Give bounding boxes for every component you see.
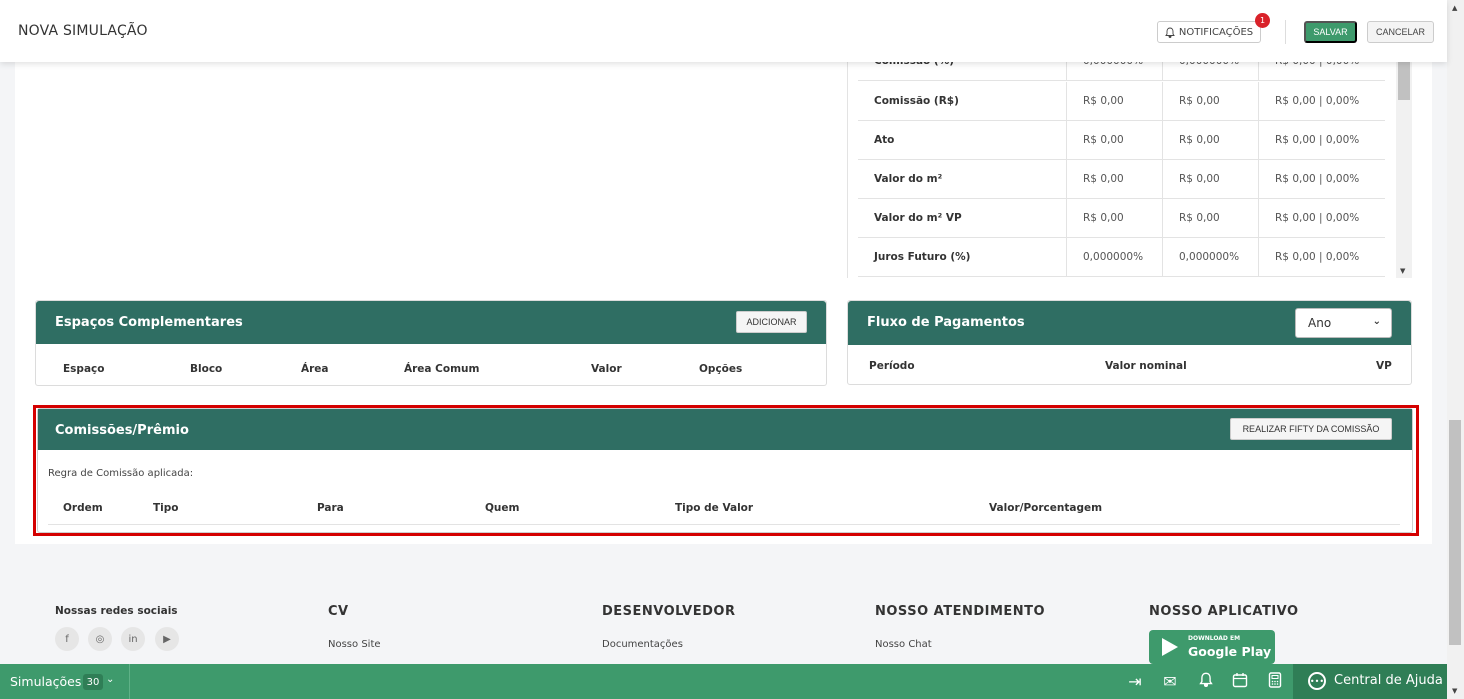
bottom-bar: Simulações 30 ⌄ ⇥ ✉ ••• Central de Ajuda xyxy=(0,664,1447,699)
summary-row: Valor do m² VP R$ 0,00 R$ 0,00 R$ 0,00 |… xyxy=(858,199,1385,238)
chevron-down-icon: ⌄ xyxy=(1372,316,1381,327)
footer-link-chat[interactable]: Nosso Chat xyxy=(875,639,932,650)
bell-icon[interactable] xyxy=(1196,672,1216,691)
notifications-badge: 1 xyxy=(1255,13,1270,28)
espacos-header: Espaços Complementares ADICIONAR xyxy=(36,301,826,344)
arrow-to-right-icon[interactable]: ⇥ xyxy=(1125,672,1145,691)
simulations-count: 30 xyxy=(83,674,103,690)
summary-cell: R$ 0,00 xyxy=(1162,199,1258,237)
footer-col-cv: CV xyxy=(328,604,349,619)
page-scroll-thumb[interactable] xyxy=(1449,420,1461,645)
scroll-down-icon[interactable]: ▼ xyxy=(1400,267,1405,275)
summary-cell: R$ 0,00 | 0,00% xyxy=(1258,160,1385,198)
summary-row-label: Valor do m² xyxy=(874,173,943,185)
summary-row: Juros Futuro (%) 0,000000% 0,000000% R$ … xyxy=(858,238,1385,277)
cancel-button[interactable]: CANCELAR xyxy=(1367,21,1434,43)
summary-cell: R$ 0,00 xyxy=(1066,121,1162,159)
fluxo-title: Fluxo de Pagamentos xyxy=(867,315,1025,330)
social-title: Nossas redes sociais xyxy=(55,605,178,617)
linkedin-icon[interactable]: in xyxy=(121,627,145,651)
summary-row-label: Comissão (R$) xyxy=(874,95,959,107)
youtube-icon[interactable]: ▶ xyxy=(155,627,179,651)
summary-cell: R$ 0,00 xyxy=(1162,160,1258,198)
help-center-label: Central de Ajuda xyxy=(1334,673,1443,688)
summary-cell: R$ 0,00 xyxy=(1066,199,1162,237)
period-select[interactable]: Ano ⌄ xyxy=(1295,308,1392,338)
period-select-value: Ano xyxy=(1308,316,1332,330)
play-store-icon xyxy=(1162,638,1178,656)
summary-cell: 0,000000% xyxy=(1162,238,1258,276)
calendar-icon[interactable] xyxy=(1230,672,1250,692)
highlight-box xyxy=(33,405,1419,536)
column-header: Área Comum xyxy=(404,363,480,375)
summary-row-label: Ato xyxy=(874,134,895,146)
summary-scrollbar[interactable]: ▼ xyxy=(1396,42,1412,278)
summary-row: Valor do m² R$ 0,00 R$ 0,00 R$ 0,00 | 0,… xyxy=(858,160,1385,199)
summary-cell: R$ 0,00 | 0,00% xyxy=(1258,199,1385,237)
footer-link-site[interactable]: Nosso Site xyxy=(328,639,381,650)
simulations-label: Simulações xyxy=(10,674,82,689)
add-espaco-button[interactable]: ADICIONAR xyxy=(736,311,807,333)
notifications-button[interactable]: NOTIFICAÇÕES xyxy=(1157,21,1261,43)
summary-cell: 0,000000% xyxy=(1066,238,1162,276)
summary-cell: R$ 0,00 | 0,00% xyxy=(1258,82,1385,120)
notifications-label: NOTIFICAÇÕES xyxy=(1178,26,1254,38)
espacos-panel: Espaços Complementares ADICIONAR Espaço … xyxy=(35,300,827,386)
summary-table: Comissão (%) 0,000000% 0,000000% R$ 0,00… xyxy=(847,42,1412,278)
google-play-button[interactable]: DOWNLOAD EM Google Play xyxy=(1149,630,1275,664)
page-title: NOVA SIMULAÇÃO xyxy=(18,23,148,39)
fluxo-panel: Fluxo de Pagamentos Ano ⌄ Período Valor … xyxy=(847,300,1412,385)
summary-cell: R$ 0,00 | 0,00% xyxy=(1258,121,1385,159)
column-header: Valor xyxy=(591,363,622,375)
gplay-big-text: Google Play xyxy=(1188,644,1272,659)
column-header: Período xyxy=(869,360,915,372)
gplay-small-text: DOWNLOAD EM xyxy=(1188,635,1241,642)
summary-cell: R$ 0,00 xyxy=(1066,82,1162,120)
bell-icon xyxy=(1165,27,1175,38)
summary-cell: R$ 0,00 xyxy=(1066,160,1162,198)
column-header: Espaço xyxy=(63,363,105,375)
header-divider xyxy=(1285,20,1286,44)
column-header: VP xyxy=(1376,360,1392,372)
summary-row: Ato R$ 0,00 R$ 0,00 R$ 0,00 | 0,00% xyxy=(858,121,1385,160)
simulations-toggle[interactable]: Simulações 30 ⌄ xyxy=(0,664,130,699)
footer-col-atendimento: NOSSO ATENDIMENTO xyxy=(875,604,1046,619)
summary-row: Comissão (R$) R$ 0,00 R$ 0,00 R$ 0,00 | … xyxy=(858,82,1385,121)
instagram-icon[interactable]: ◎ xyxy=(88,627,112,651)
summary-cell: R$ 0,00 xyxy=(1162,121,1258,159)
summary-cell: R$ 0,00 | 0,00% xyxy=(1258,238,1385,276)
top-bar: NOVA SIMULAÇÃO NOTIFICAÇÕES 1 SALVAR CAN… xyxy=(0,0,1447,62)
summary-scroll-thumb[interactable] xyxy=(1398,60,1410,100)
column-header: Valor nominal xyxy=(1105,360,1187,372)
page-scrollbar[interactable]: ▲ ▼ xyxy=(1447,0,1464,699)
summary-row-label: Juros Futuro (%) xyxy=(874,251,971,263)
scroll-up-icon[interactable]: ▲ xyxy=(1452,4,1457,12)
chevron-down-icon: ⌄ xyxy=(106,674,115,685)
footer-link-docs[interactable]: Documentações xyxy=(602,639,683,650)
mail-icon[interactable]: ✉ xyxy=(1160,672,1180,691)
footer-col-app: NOSSO APLICATIVO xyxy=(1149,604,1299,619)
column-header: Opções xyxy=(699,363,743,375)
summary-cell: R$ 0,00 xyxy=(1162,82,1258,120)
facebook-icon[interactable]: f xyxy=(55,627,79,651)
save-button[interactable]: SALVAR xyxy=(1304,21,1357,43)
column-header: Área xyxy=(301,363,329,375)
fluxo-header: Fluxo de Pagamentos Ano ⌄ xyxy=(848,301,1411,345)
summary-row-label: Valor do m² VP xyxy=(874,212,962,224)
footer-col-dev: DESENVOLVEDOR xyxy=(602,604,736,619)
scroll-down-icon[interactable]: ▼ xyxy=(1452,687,1457,695)
column-header: Bloco xyxy=(190,363,223,375)
calculator-icon[interactable] xyxy=(1265,672,1285,692)
chat-help-icon: ••• xyxy=(1308,672,1326,690)
espacos-title: Espaços Complementares xyxy=(55,315,243,330)
help-center-button[interactable]: ••• Central de Ajuda xyxy=(1293,664,1447,699)
